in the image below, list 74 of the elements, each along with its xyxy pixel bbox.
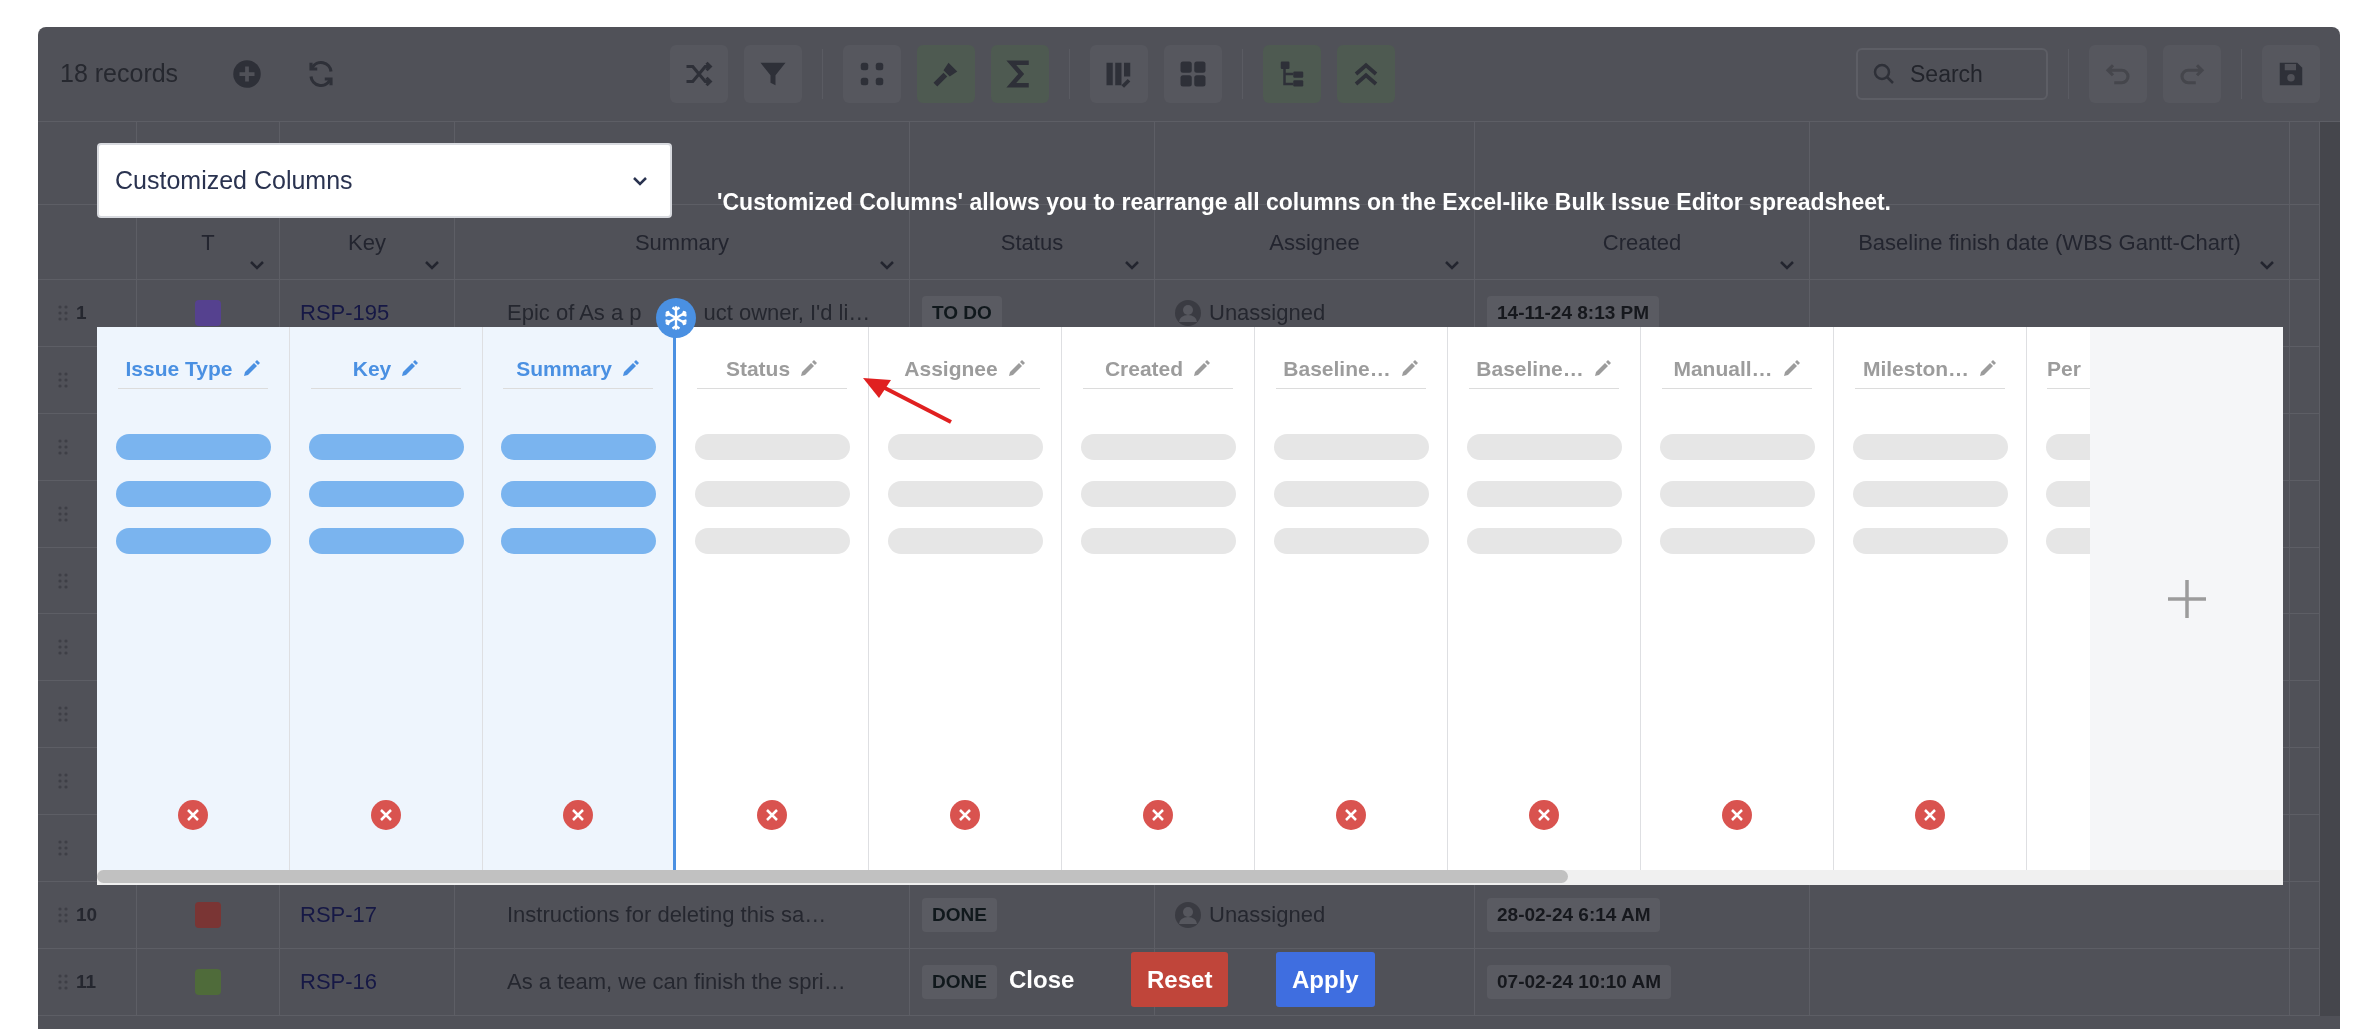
pencil-icon[interactable] [399,358,420,379]
column-label: Status [725,355,791,382]
column-card[interactable]: Issue Type [97,327,290,870]
chevron-down-icon[interactable] [1444,259,1460,271]
column-label: Key [352,355,392,382]
chevron-down-icon[interactable] [249,259,265,271]
shuffle-icon [684,59,715,89]
chevron-down-icon[interactable] [1124,259,1140,271]
filter-button[interactable] [744,45,803,103]
remove-icon[interactable] [1143,800,1173,830]
pencil-icon[interactable] [798,358,819,379]
double-chevron-up-button[interactable] [1337,45,1396,103]
column-card[interactable]: Baseline… [1255,327,1448,870]
column-label: Manuall… [1673,355,1773,382]
remove-icon[interactable] [563,800,593,830]
column-card[interactable]: Baseline… [1448,327,1641,870]
chevron-down-icon[interactable] [2259,259,2275,271]
snowflake-icon[interactable] [656,298,696,338]
remove-icon[interactable] [757,800,787,830]
column-card[interactable]: Created [1062,327,1255,870]
remove-icon[interactable] [371,800,401,830]
pencil-icon[interactable] [1977,358,1998,379]
column-card[interactable]: Summary [483,327,676,870]
info-text: 'Customized Columns' allows you to rearrange all columns on the Excel-like Bulk Issue Editor spreadsheet. [717,188,1891,217]
tree-button[interactable] [1263,45,1322,103]
issue-key-link[interactable]: RSP-195 [300,296,390,330]
column-label: Mileston… [1862,355,1970,382]
status-tag: DONE [922,897,997,933]
avatar-icon [1175,901,1201,928]
remove-icon[interactable] [1336,800,1366,830]
dots-grid-button[interactable] [843,45,902,103]
column-card[interactable]: Mileston… [1834,327,2027,870]
remove-icon[interactable] [1915,800,1945,830]
pencil-icon[interactable] [1191,358,1212,379]
column-label: Created [1104,355,1184,382]
column-label: Baseline… [1283,355,1391,382]
column-card[interactable]: Key [290,327,483,870]
grid-button[interactable] [1164,45,1223,103]
chevron-down-icon[interactable] [424,259,440,271]
column-label: Assignee [904,355,998,382]
vertical-scrollbar[interactable] [2320,122,2340,1016]
remove-icon[interactable] [1529,800,1559,830]
columns-wrench-button[interactable] [1090,45,1149,103]
issue-key-link[interactable]: RSP-16 [300,965,378,999]
created-date: 28-02-24 6:14 AM [1487,897,1661,933]
brush-button[interactable] [917,45,976,103]
remove-icon[interactable] [950,800,980,830]
apply-button[interactable]: Apply [1276,952,1375,1007]
horizontal-scrollbar[interactable] [97,870,2283,885]
created-date: 07-02-24 10:10 AM [1487,964,1672,1000]
column-label: Per [2047,355,2081,382]
chevron-down-icon[interactable] [879,259,895,271]
select-value: Customized Columns [115,164,353,196]
sigma-button[interactable] [991,45,1050,103]
column-card[interactable]: Manuall… [1641,327,1834,870]
view-select[interactable]: Customized Columns [97,143,672,218]
grid-icon [1178,59,1209,89]
column-card[interactable]: Assignee [869,327,1062,870]
status-tag: DONE [922,964,997,1000]
column-label: Summary [516,355,612,382]
remove-icon[interactable] [1722,800,1752,830]
column-label: Baseline… [1476,355,1584,382]
chevron-down-icon [632,174,648,187]
issue-key-link[interactable]: RSP-17 [300,898,378,932]
column-label: Issue Type [125,355,233,382]
column-card[interactable]: Status [676,327,869,870]
shuffle-button[interactable] [670,45,729,103]
plus-circle-icon [232,59,263,89]
save-button[interactable] [2262,45,2320,103]
reset-button[interactable]: Reset [1131,952,1229,1007]
remove-icon[interactable] [178,800,208,830]
search-icon [1872,62,1896,86]
chevron-down-icon[interactable] [1779,259,1795,271]
avatar-icon [1175,299,1201,326]
